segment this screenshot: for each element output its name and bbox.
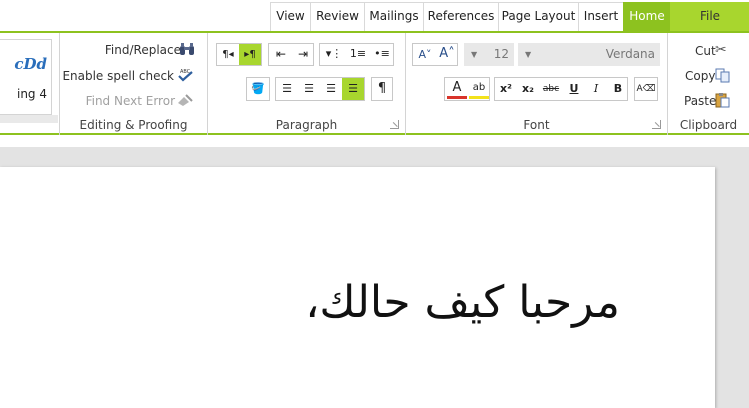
clear-formatting-button[interactable]: A⌫ bbox=[634, 77, 658, 101]
copy-button[interactable]: Copy bbox=[685, 69, 715, 83]
clear-formatting-icon: A⌫ bbox=[636, 84, 656, 94]
shrink-font-icon[interactable]: A˅ bbox=[415, 48, 435, 61]
find-replace-button[interactable]: Find/Replace bbox=[105, 43, 181, 57]
font-color-icon[interactable]: A bbox=[447, 80, 467, 99]
numbered-list-icon[interactable]: 1≡ bbox=[347, 47, 369, 60]
document-page[interactable]: مرحبا كيف حالك، bbox=[0, 167, 715, 408]
highlight-icon[interactable]: ab bbox=[469, 80, 489, 99]
spell-check-button[interactable]: Enable spell check bbox=[62, 69, 174, 83]
font-family-combo[interactable]: ▼ Verdana bbox=[518, 43, 660, 66]
tab-references[interactable]: References bbox=[423, 2, 498, 31]
font-group: A˅ A˄ ▼ 12 ▼ Verdana A ab x² x₂ abc U I … bbox=[406, 33, 668, 135]
superscript-button[interactable]: x² bbox=[495, 78, 517, 100]
styles-scroll-strip[interactable] bbox=[0, 115, 58, 123]
paragraph-dialog-launcher-icon[interactable] bbox=[390, 120, 399, 129]
styles-group: cDd ing 4 bbox=[0, 33, 60, 135]
multilevel-list-icon[interactable]: ▾⋮ bbox=[322, 47, 346, 60]
tab-review[interactable]: Review bbox=[310, 2, 364, 31]
find-next-error-button[interactable]: Find Next Error bbox=[86, 94, 175, 108]
paint-bucket-icon: 🪣 bbox=[251, 82, 265, 95]
paste-icon bbox=[715, 93, 730, 108]
font-size-dropdown-icon[interactable]: ▼ bbox=[471, 44, 477, 65]
shading-button[interactable]: 🪣 bbox=[246, 77, 270, 101]
text-direction-buttons: ¶◂ ▸¶ bbox=[216, 43, 262, 66]
tab-page-layout[interactable]: Page Layout bbox=[498, 2, 578, 31]
tab-home[interactable]: Home bbox=[623, 2, 670, 31]
document-text[interactable]: مرحبا كيف حالك، bbox=[305, 277, 620, 328]
editing-proofing-group: Find/Replace Enable spell check ABC Find… bbox=[60, 33, 208, 135]
ribbon-tab-bar: View Review Mailings References Page Lay… bbox=[0, 0, 749, 31]
font-size-step-buttons: A˅ A˄ bbox=[412, 43, 458, 66]
underline-button[interactable]: U bbox=[563, 78, 585, 100]
style-name: ing 4 bbox=[16, 87, 47, 101]
alignment-buttons: ☰ ☰ ☰ ☰ bbox=[275, 77, 365, 101]
paragraph-group-label: Paragraph bbox=[275, 118, 338, 132]
font-dialog-launcher-icon[interactable] bbox=[652, 120, 661, 129]
cut-button[interactable]: Cut bbox=[695, 44, 716, 58]
font-group-label: Font bbox=[523, 118, 550, 132]
ribbon-home: cDd ing 4 Find/Replace Enable spell chec… bbox=[0, 31, 749, 135]
rtl-direction-icon[interactable]: ¶◂ bbox=[217, 44, 239, 65]
paragraph-group: ¶◂ ▸¶ ⇤ ⇥ ▾⋮ 1≡ •≡ 🪣 ☰ ☰ ☰ ☰ ¶ Paragraph bbox=[208, 33, 406, 135]
justify-icon[interactable]: ☰ bbox=[342, 78, 364, 100]
editing-group-label: Editing & Proofing bbox=[79, 118, 188, 132]
tab-mailings[interactable]: Mailings bbox=[364, 2, 423, 31]
strikethrough-button[interactable]: abc bbox=[539, 78, 563, 100]
list-buttons: ▾⋮ 1≡ •≡ bbox=[319, 43, 394, 66]
align-right-icon[interactable]: ☰ bbox=[276, 78, 298, 100]
align-left-icon[interactable]: ☰ bbox=[320, 78, 342, 100]
italic-button[interactable]: I bbox=[585, 78, 607, 100]
styles-gallery[interactable]: cDd ing 4 bbox=[0, 39, 52, 115]
copy-icon bbox=[715, 68, 730, 83]
indent-buttons: ⇤ ⇥ bbox=[268, 43, 314, 66]
grow-font-icon[interactable]: A˄ bbox=[437, 46, 457, 61]
clipboard-group: Cut ✂ Copy Paste Clipboard bbox=[668, 33, 749, 135]
find-error-icon bbox=[178, 94, 193, 106]
decrease-indent-icon[interactable]: ⇤ bbox=[271, 47, 291, 61]
increase-indent-icon[interactable]: ⇥ bbox=[293, 47, 313, 61]
pilcrow-icon: ¶ bbox=[377, 81, 387, 96]
spell-check-icon: ABC bbox=[178, 69, 193, 82]
show-formatting-button[interactable]: ¶ bbox=[371, 77, 393, 101]
scissors-icon: ✂ bbox=[715, 42, 727, 58]
align-center-icon[interactable]: ☰ bbox=[298, 78, 320, 100]
binoculars-icon bbox=[180, 43, 194, 55]
font-family-dropdown-icon[interactable]: ▼ bbox=[525, 44, 531, 65]
font-family-value: Verdana bbox=[605, 47, 655, 61]
font-size-combo[interactable]: ▼ 12 bbox=[464, 43, 514, 66]
font-style-buttons: x² x₂ abc U I B bbox=[494, 77, 628, 101]
bullet-list-icon[interactable]: •≡ bbox=[371, 47, 393, 60]
subscript-button[interactable]: x₂ bbox=[517, 78, 539, 100]
tab-file[interactable]: File bbox=[670, 2, 749, 31]
clipboard-group-label: Clipboard bbox=[679, 118, 738, 132]
document-workspace: مرحبا كيف حالك، bbox=[0, 147, 749, 408]
tab-view[interactable]: View bbox=[270, 2, 310, 31]
font-size-value: 12 bbox=[493, 47, 509, 61]
tab-insert[interactable]: Insert bbox=[578, 2, 623, 31]
style-sample: cDd bbox=[14, 55, 47, 73]
bold-button[interactable]: B bbox=[607, 78, 629, 100]
ltr-direction-icon[interactable]: ▸¶ bbox=[239, 44, 261, 65]
color-buttons: A ab bbox=[444, 77, 490, 101]
paste-button[interactable]: Paste bbox=[684, 94, 716, 108]
